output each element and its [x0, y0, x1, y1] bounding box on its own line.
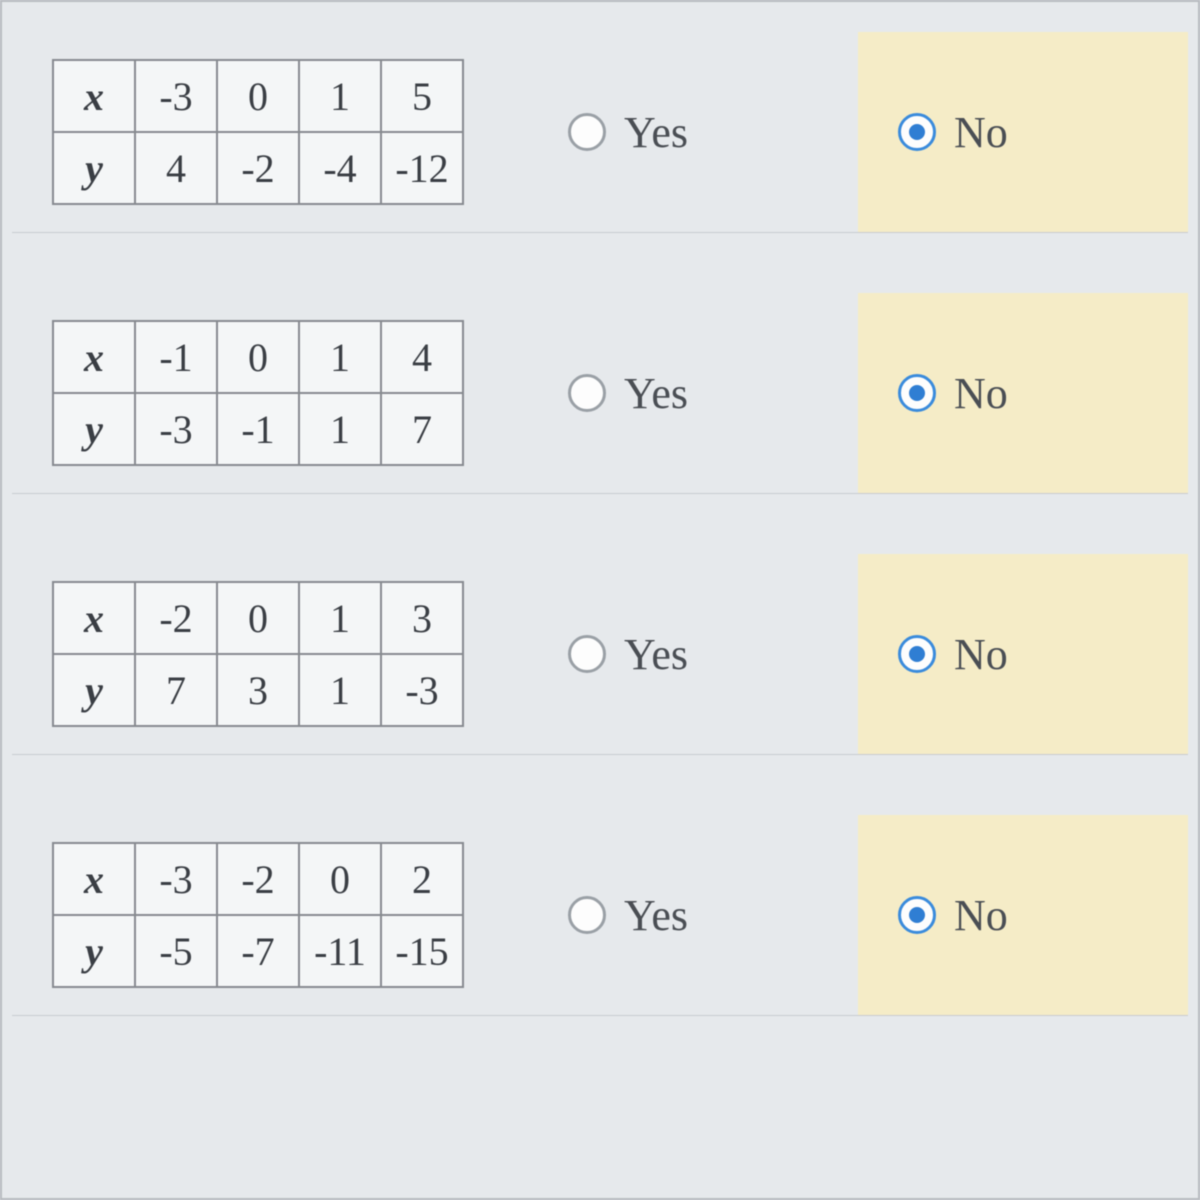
y-header: y [53, 132, 135, 204]
x-value: -2 [217, 843, 299, 915]
radio-icon[interactable] [898, 113, 936, 151]
yes-option[interactable]: Yes [528, 32, 858, 232]
x-value: 5 [381, 60, 463, 132]
x-value: 0 [217, 60, 299, 132]
y-value: -15 [381, 915, 463, 987]
yes-label: Yes [624, 629, 688, 680]
radio-icon[interactable] [898, 635, 936, 673]
x-value: 0 [217, 321, 299, 393]
radio-icon[interactable] [898, 374, 936, 412]
y-header: y [53, 915, 135, 987]
radio-icon[interactable] [568, 635, 606, 673]
question-row: x-1014y-3-117YesNo [12, 293, 1188, 494]
no-option[interactable]: No [858, 815, 1188, 1015]
xy-table: x-1014y-3-117 [52, 320, 464, 466]
x-value: 4 [381, 321, 463, 393]
no-option[interactable]: No [858, 293, 1188, 493]
x-value: -3 [135, 60, 217, 132]
y-value: -3 [381, 654, 463, 726]
xy-table: x-3015 y4-2-4-12 [52, 59, 464, 205]
y-value: -4 [299, 132, 381, 204]
yes-label: Yes [624, 368, 688, 419]
y-value: 7 [135, 654, 217, 726]
x-value: -2 [135, 582, 217, 654]
radio-icon[interactable] [898, 896, 936, 934]
no-option[interactable]: No [858, 32, 1188, 232]
x-value: 1 [299, 582, 381, 654]
x-value: 3 [381, 582, 463, 654]
y-value: 1 [299, 654, 381, 726]
x-value: 1 [299, 60, 381, 132]
xy-table: x-2013y731-3 [52, 581, 464, 727]
y-value: -2 [217, 132, 299, 204]
y-value: -3 [135, 393, 217, 465]
question-row: x-3-202 y-5-7-11-15 Yes No [12, 815, 1188, 1016]
y-value: -11 [299, 915, 381, 987]
x-value: 0 [299, 843, 381, 915]
radio-icon[interactable] [568, 374, 606, 412]
no-label: No [954, 368, 1008, 419]
y-header: y [53, 654, 135, 726]
question-row: x-3015 y4-2-4-12 Yes No [12, 32, 1188, 233]
answer-choices: Yes No [528, 293, 1188, 493]
x-value: 1 [299, 321, 381, 393]
radio-icon[interactable] [568, 113, 606, 151]
y-value: 7 [381, 393, 463, 465]
x-value: 0 [217, 582, 299, 654]
question-row: x-2013y731-3YesNo [12, 554, 1188, 755]
yes-option[interactable]: Yes [528, 293, 858, 493]
x-value: -3 [135, 843, 217, 915]
no-option[interactable]: No [858, 554, 1188, 754]
y-value: 4 [135, 132, 217, 204]
x-value: 2 [381, 843, 463, 915]
yes-label: Yes [624, 890, 688, 941]
yes-option[interactable]: Yes [528, 815, 858, 1015]
y-value: -5 [135, 915, 217, 987]
answer-choices: Yes No [528, 815, 1188, 1015]
no-label: No [954, 107, 1008, 158]
y-value: 1 [299, 393, 381, 465]
y-header: y [53, 393, 135, 465]
y-value: -7 [217, 915, 299, 987]
xy-table: x-3-202 y-5-7-11-15 [52, 842, 464, 988]
yes-option[interactable]: Yes [528, 554, 858, 754]
x-header: x [53, 60, 135, 132]
y-value: -12 [381, 132, 463, 204]
answer-choices: Yes No [528, 32, 1188, 232]
y-value: 3 [217, 654, 299, 726]
y-value: -1 [217, 393, 299, 465]
x-value: -1 [135, 321, 217, 393]
yes-label: Yes [624, 107, 688, 158]
x-header: x [53, 843, 135, 915]
x-header: x [53, 321, 135, 393]
x-header: x [53, 582, 135, 654]
radio-icon[interactable] [568, 896, 606, 934]
answer-choices: Yes No [528, 554, 1188, 754]
no-label: No [954, 890, 1008, 941]
no-label: No [954, 629, 1008, 680]
